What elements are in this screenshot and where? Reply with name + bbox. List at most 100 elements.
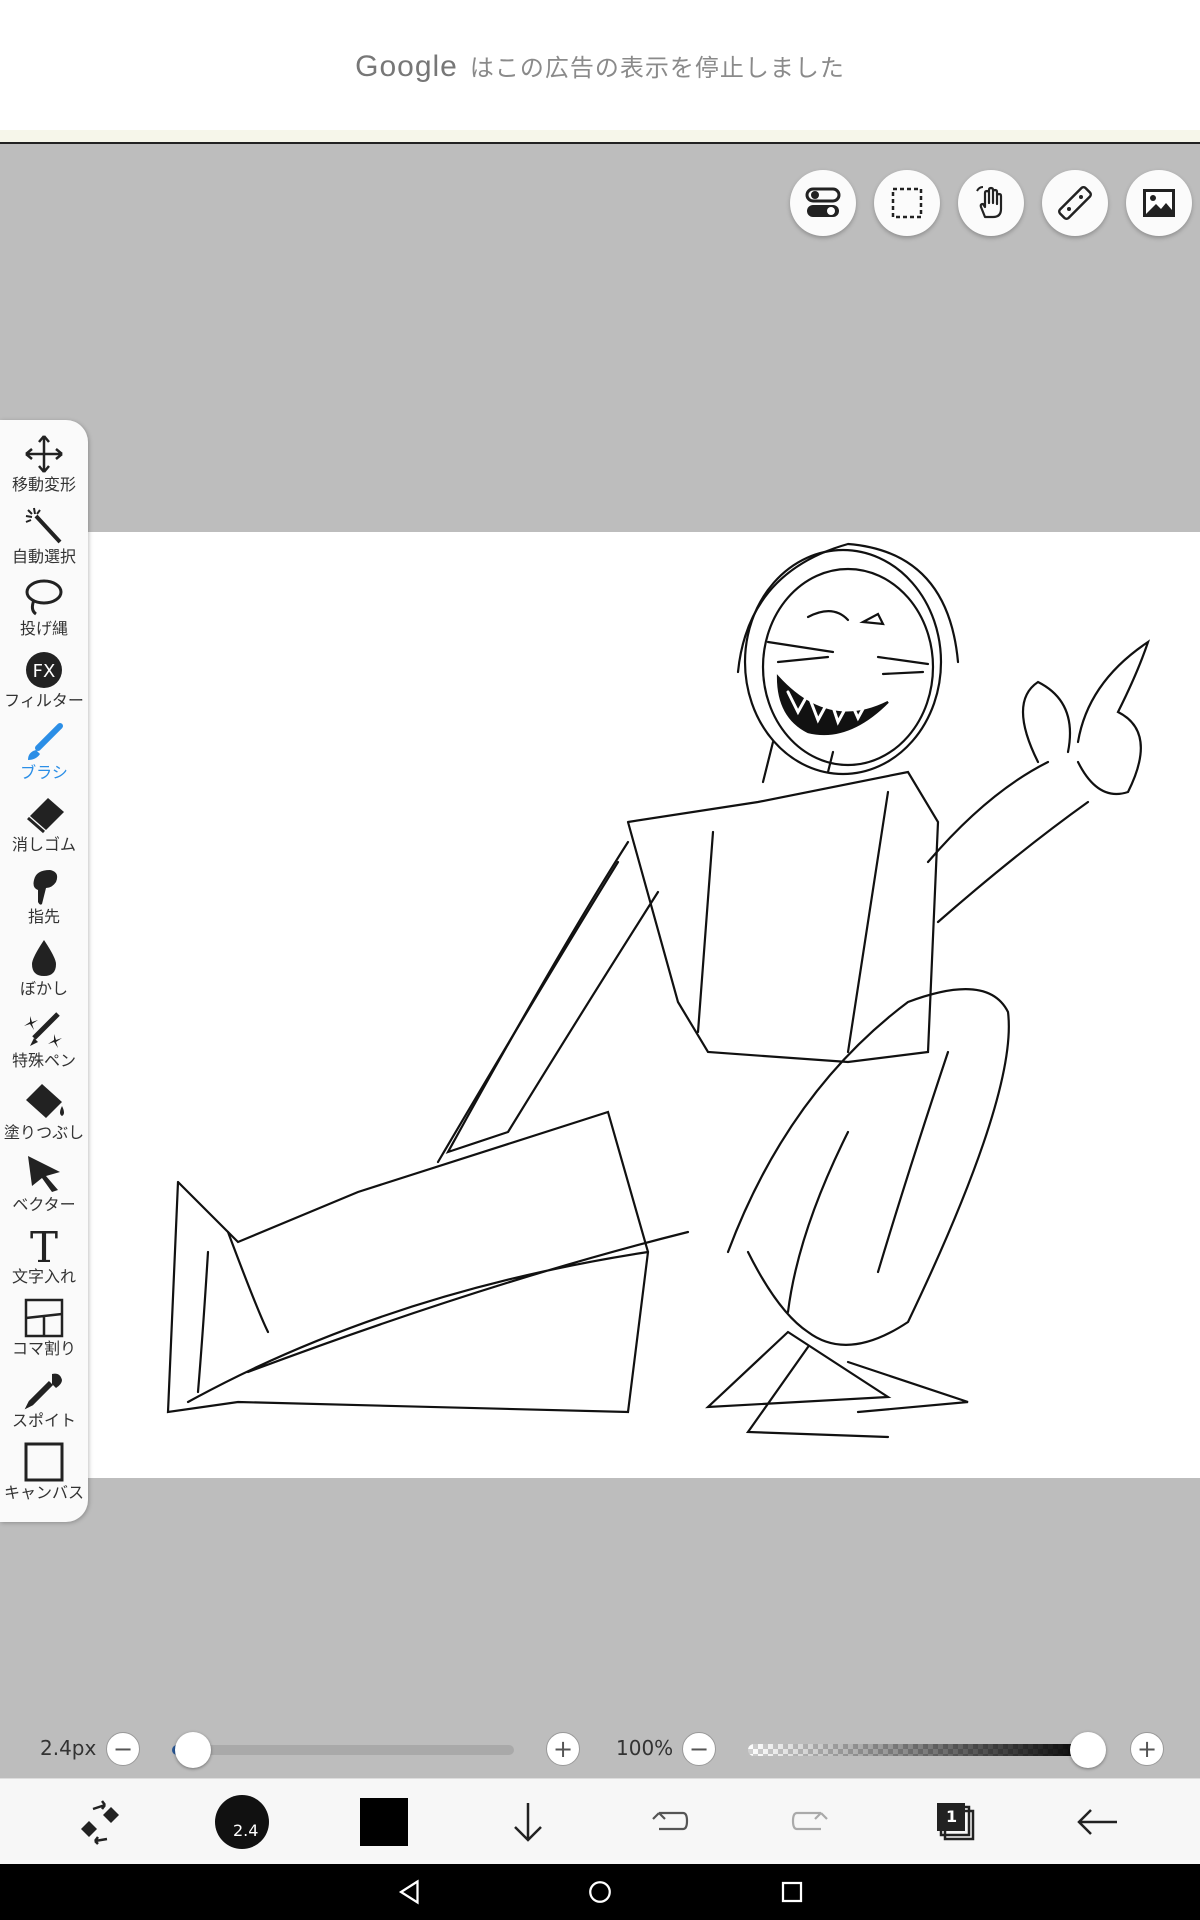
fx-icon: FX (26, 652, 62, 688)
brush-size-text: 2.4 (233, 1821, 259, 1840)
tool-vector[interactable]: ベクター (0, 1154, 88, 1226)
brush-preview: 2.4 (215, 1795, 269, 1849)
sparkle-pen-icon (24, 1012, 62, 1048)
tool-label: 消しゴム (11, 835, 76, 854)
nav-recent-icon (781, 1881, 803, 1903)
canvas-icon (24, 1442, 64, 1482)
ad-banner[interactable]: Google はこの広告の表示を停止しました (0, 0, 1200, 130)
bucket-icon (26, 1084, 64, 1118)
slider-row: 2.4px − + 100% − + (0, 1720, 1200, 1778)
tool-label: 移動変形 (11, 475, 76, 494)
tool-blur[interactable]: ぼかし (0, 938, 88, 1010)
download-button[interactable] (478, 1779, 578, 1865)
nav-home-icon (589, 1881, 611, 1903)
ad-divider (0, 130, 1200, 144)
brush-icon (28, 723, 63, 760)
selection-icon (891, 187, 923, 219)
tool-canvas[interactable]: キャンバス (0, 1442, 88, 1514)
nav-recent-button[interactable] (772, 1872, 812, 1912)
tool-lasso[interactable]: 投げ縄 (0, 578, 88, 650)
hand-icon (976, 186, 1003, 219)
tool-label: フィルター (4, 691, 84, 710)
opacity-slider[interactable] (748, 1744, 1094, 1756)
redo-button[interactable] (762, 1779, 862, 1865)
color-swatch (360, 1798, 408, 1846)
sketch-drawing (166, 542, 1151, 1439)
brush-eraser-swap-icon (81, 1800, 119, 1845)
brush-size-knob[interactable] (174, 1732, 211, 1768)
tool-label: キャンバス (3, 1483, 84, 1502)
tool-label: コマ割り (11, 1339, 76, 1358)
cursor-icon (28, 1156, 60, 1192)
brush-size-label: 2.4px (40, 1736, 97, 1760)
image-button[interactable] (1126, 170, 1192, 236)
color-button[interactable] (334, 1779, 434, 1865)
tool-special-pen[interactable]: 特殊ペン (0, 1010, 88, 1082)
move-icon (25, 435, 63, 473)
ruler-button[interactable] (1042, 170, 1108, 236)
tool-eraser[interactable]: 消しゴム (0, 794, 88, 866)
opacity-knob[interactable] (1070, 1732, 1106, 1768)
ruler-icon (1058, 186, 1092, 220)
tool-label: ブラシ (20, 763, 68, 782)
text-icon: T (30, 1226, 58, 1266)
tool-label: ぼかし (19, 979, 68, 998)
tool-label: 塗りつぶし (3, 1123, 85, 1142)
undo-button[interactable] (620, 1779, 720, 1865)
left-toolbar: 移動変形 自動選択 投げ縄 FX フィルター ブラシ 消しゴム 指先 ぼかし 特… (0, 420, 88, 1522)
nav-home-button[interactable] (580, 1872, 620, 1912)
ad-text: はこの広告の表示を停止しました (469, 54, 845, 82)
ad-message: Google はこの広告の表示を停止しました (0, 48, 1200, 84)
opacity-label: 100% (616, 1736, 674, 1760)
drawing-canvas[interactable] (88, 532, 1200, 1478)
google-logo: Google (355, 50, 458, 83)
nav-back-button[interactable] (390, 1872, 430, 1912)
brush-size-plus-button[interactable]: + (546, 1732, 580, 1766)
layer-count: 1 (946, 1807, 958, 1826)
tool-label: 投げ縄 (19, 619, 68, 638)
selection-button[interactable] (874, 170, 940, 236)
tool-finger[interactable]: 指先 (0, 866, 88, 938)
arrow-left-icon (1077, 1809, 1117, 1835)
tool-label: 自動選択 (11, 547, 76, 566)
eyedropper-icon (24, 1373, 62, 1410)
hand-button[interactable] (958, 170, 1024, 236)
layers-button[interactable]: 1 (906, 1779, 1006, 1865)
tool-fill[interactable]: 塗りつぶし (0, 1082, 88, 1154)
brush-size-button[interactable]: 2.4 (192, 1779, 292, 1865)
tool-label: ベクター (12, 1195, 76, 1214)
arrow-down-icon (514, 1803, 542, 1842)
svg-text:T: T (30, 1226, 58, 1266)
image-icon (1143, 189, 1175, 217)
system-nav-bar (0, 1864, 1200, 1920)
brush-size-minus-button[interactable]: − (106, 1732, 140, 1766)
tool-eyedropper[interactable]: スポイト (0, 1370, 88, 1442)
toggle-button[interactable] (790, 170, 856, 236)
top-tools (790, 170, 1192, 236)
tool-label: スポイト (11, 1411, 76, 1430)
tool-label: 特殊ペン (11, 1051, 76, 1070)
magic-wand-icon (25, 507, 62, 544)
tool-frame[interactable]: コマ割り (0, 1298, 88, 1370)
bottom-toolbar: 2.4 1 (0, 1778, 1200, 1864)
undo-icon (652, 1811, 689, 1831)
tool-label: 指先 (27, 907, 60, 926)
swap-tool-button[interactable] (50, 1779, 150, 1865)
tool-brush[interactable]: ブラシ (0, 722, 88, 794)
back-button[interactable] (1048, 1779, 1148, 1865)
opacity-plus-button[interactable]: + (1130, 1732, 1164, 1766)
eraser-icon (27, 798, 64, 834)
brush-size-slider[interactable] (172, 1745, 514, 1755)
tool-move[interactable]: 移動変形 (0, 434, 88, 506)
drop-icon (32, 940, 56, 976)
toggle-icon (805, 187, 841, 217)
svg-text:FX: FX (33, 661, 56, 682)
tool-magic[interactable]: 自動選択 (0, 506, 88, 578)
tool-text[interactable]: T 文字入れ (0, 1226, 88, 1298)
frame-icon (24, 1298, 64, 1338)
tool-filter[interactable]: FX フィルター (0, 650, 88, 722)
lasso-icon (25, 579, 63, 616)
opacity-minus-button[interactable]: − (682, 1732, 716, 1766)
finger-icon (33, 870, 58, 905)
nav-back-icon (398, 1879, 419, 1905)
